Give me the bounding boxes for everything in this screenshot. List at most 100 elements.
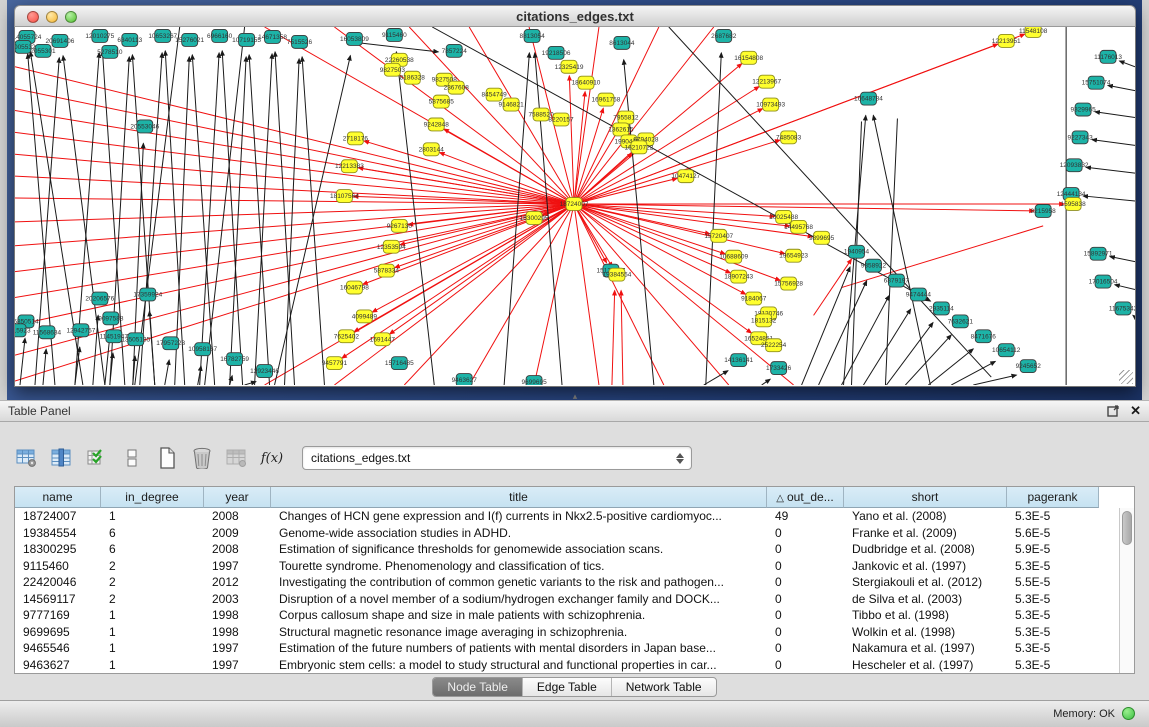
graph-window-titlebar[interactable]: citations_edges.txt bbox=[14, 5, 1136, 27]
table-row[interactable]: 1456911722003Disruption of a novel membe… bbox=[15, 591, 1134, 608]
graph-edge[interactable] bbox=[814, 259, 852, 315]
graph-node[interactable]: 9699695 bbox=[521, 376, 547, 385]
graph-node[interactable]: 9899695 bbox=[809, 231, 835, 244]
column-header-short[interactable]: short bbox=[844, 487, 1007, 508]
graph-node[interactable]: 6879197 bbox=[884, 274, 910, 287]
network-canvas[interactable]: 1405572420691406120102756340113106532671… bbox=[14, 27, 1136, 387]
table-scrollbar-thumb[interactable] bbox=[1122, 511, 1132, 545]
graph-edge[interactable] bbox=[255, 54, 272, 385]
graph-node[interactable]: 15756928 bbox=[774, 277, 803, 290]
table-row[interactable]: 1872400712008Changes of HCN gene express… bbox=[15, 508, 1134, 525]
table-row[interactable]: 977716911998Corpus callosum shape and si… bbox=[15, 607, 1134, 624]
graph-edge[interactable] bbox=[15, 89, 574, 204]
graph-node[interactable]: 8613044 bbox=[609, 36, 635, 49]
graph-edge[interactable] bbox=[873, 115, 930, 385]
graph-node[interactable]: 15751074 bbox=[1082, 76, 1111, 89]
graph-node[interactable]: 9267130 bbox=[387, 219, 413, 232]
column-header-out_de[interactable]: △out_de... bbox=[767, 487, 844, 508]
rows-icon[interactable] bbox=[119, 445, 145, 471]
graph-node[interactable]: 7515526 bbox=[287, 35, 313, 48]
graph-edge[interactable] bbox=[574, 204, 746, 294]
new-document-icon[interactable] bbox=[154, 445, 180, 471]
graph-edge[interactable] bbox=[249, 55, 269, 385]
graph-node[interactable]: 18107564 bbox=[330, 190, 359, 203]
window-resize-grip[interactable] bbox=[1119, 370, 1133, 384]
graph-edge[interactable] bbox=[1092, 140, 1135, 146]
graph-node[interactable]: 2687682 bbox=[711, 29, 737, 42]
graph-node[interactable]: 7857224 bbox=[442, 44, 468, 57]
column-header-name[interactable]: name bbox=[15, 487, 101, 508]
graph-edge[interactable] bbox=[1083, 196, 1135, 201]
table-row[interactable]: 946554611997Estimation of the future num… bbox=[15, 640, 1134, 657]
graph-node[interactable]: 10719155 bbox=[232, 33, 261, 46]
graph-node[interactable]: 1940954 bbox=[844, 245, 870, 258]
graph-node[interactable]: 15892971 bbox=[1084, 247, 1113, 260]
graph-edge[interactable] bbox=[1086, 167, 1135, 173]
graph-edge[interactable] bbox=[1115, 285, 1135, 290]
table-selector-combo[interactable]: citations_edges.txt bbox=[302, 446, 692, 470]
graph-node[interactable]: 12353594 bbox=[377, 240, 406, 253]
graph-node[interactable]: 9463627 bbox=[452, 374, 478, 385]
table-row[interactable]: 1830029562008Estimation of significance … bbox=[15, 541, 1134, 558]
graph-node[interactable]: 2803144 bbox=[419, 143, 445, 156]
table-row[interactable]: 946362711997Embryonic stem cells: a mode… bbox=[15, 657, 1134, 674]
delete-trash-icon[interactable] bbox=[189, 445, 215, 471]
graph-node[interactable]: 17016504 bbox=[1089, 275, 1118, 288]
table-scrollbar[interactable] bbox=[1119, 508, 1134, 673]
graph-node[interactable]: 10958167 bbox=[188, 343, 217, 356]
graph-edge[interactable] bbox=[165, 360, 169, 385]
graph-node[interactable]: 16154808 bbox=[734, 51, 763, 64]
graph-node[interactable]: 11568634 bbox=[33, 326, 62, 339]
graph-edge[interactable] bbox=[149, 311, 154, 385]
graph-edge[interactable] bbox=[574, 204, 599, 385]
graph-edge[interactable] bbox=[621, 291, 623, 385]
graph-node[interactable]: 8215958 bbox=[1031, 205, 1057, 218]
column-header-pagerank[interactable]: pagerank bbox=[1007, 487, 1099, 508]
graph-node[interactable]: 16046798 bbox=[340, 281, 369, 294]
graph-edge[interactable] bbox=[928, 349, 973, 385]
graph-node[interactable]: 1691447 bbox=[370, 333, 396, 346]
tab-network-table[interactable]: Network Table bbox=[612, 678, 716, 696]
graph-edge[interactable] bbox=[200, 53, 219, 385]
graph-edge[interactable] bbox=[192, 55, 214, 385]
combo-stepper-icon[interactable] bbox=[674, 450, 686, 467]
graph-node[interactable]: 11176013 bbox=[1094, 50, 1122, 63]
graph-edge[interactable] bbox=[612, 291, 615, 385]
graph-node[interactable]: 5875685 bbox=[429, 95, 455, 108]
graph-edge[interactable] bbox=[1095, 112, 1135, 118]
graph-edge[interactable] bbox=[302, 57, 324, 385]
graph-node[interactable]: 6966160 bbox=[207, 29, 233, 42]
graph-edge[interactable] bbox=[842, 295, 890, 385]
graph-edge[interactable] bbox=[842, 226, 1044, 288]
graph-edge[interactable] bbox=[1110, 257, 1135, 262]
graph-edge[interactable] bbox=[1108, 85, 1135, 90]
graph-edge[interactable] bbox=[802, 267, 851, 385]
graph-edge[interactable] bbox=[15, 204, 574, 246]
minimize-traffic-light-icon[interactable] bbox=[46, 11, 58, 23]
graph-node[interactable]: 2718176 bbox=[343, 132, 369, 145]
graph-node[interactable]: 9457791 bbox=[322, 357, 348, 370]
close-panel-icon[interactable]: ✕ bbox=[1130, 404, 1141, 418]
graph-node[interactable]: 16648784 bbox=[854, 92, 883, 105]
graph-edge[interactable] bbox=[704, 371, 728, 385]
graph-node[interactable]: 6340113 bbox=[117, 33, 142, 46]
graph-node[interactable]: 12093832 bbox=[1060, 159, 1089, 172]
graph-node[interactable]: 9227343 bbox=[1067, 131, 1093, 144]
graph-node[interactable]: 15716485 bbox=[385, 357, 414, 370]
graph-edge[interactable] bbox=[15, 204, 574, 297]
table-checks-icon[interactable] bbox=[84, 445, 110, 471]
graph-node[interactable]: 5278510 bbox=[97, 45, 123, 58]
graph-edge[interactable] bbox=[469, 204, 574, 385]
graph-node[interactable]: 12010275 bbox=[85, 29, 114, 42]
graph-node[interactable]: 12325419 bbox=[555, 60, 584, 73]
graph-node[interactable]: 12923446 bbox=[250, 365, 279, 378]
graph-node[interactable]: 15276021 bbox=[175, 33, 204, 46]
graph-edge[interactable] bbox=[569, 76, 574, 204]
graph-node[interactable]: 9358922 bbox=[861, 259, 887, 272]
graph-node[interactable]: 12213383 bbox=[335, 160, 364, 173]
graph-node[interactable]: 9115460 bbox=[382, 28, 407, 41]
graph-edge[interactable] bbox=[973, 375, 1016, 385]
graph-edge[interactable] bbox=[15, 204, 574, 222]
graph-edge[interactable] bbox=[762, 379, 771, 385]
graph-node[interactable]: 20206576 bbox=[85, 292, 114, 305]
